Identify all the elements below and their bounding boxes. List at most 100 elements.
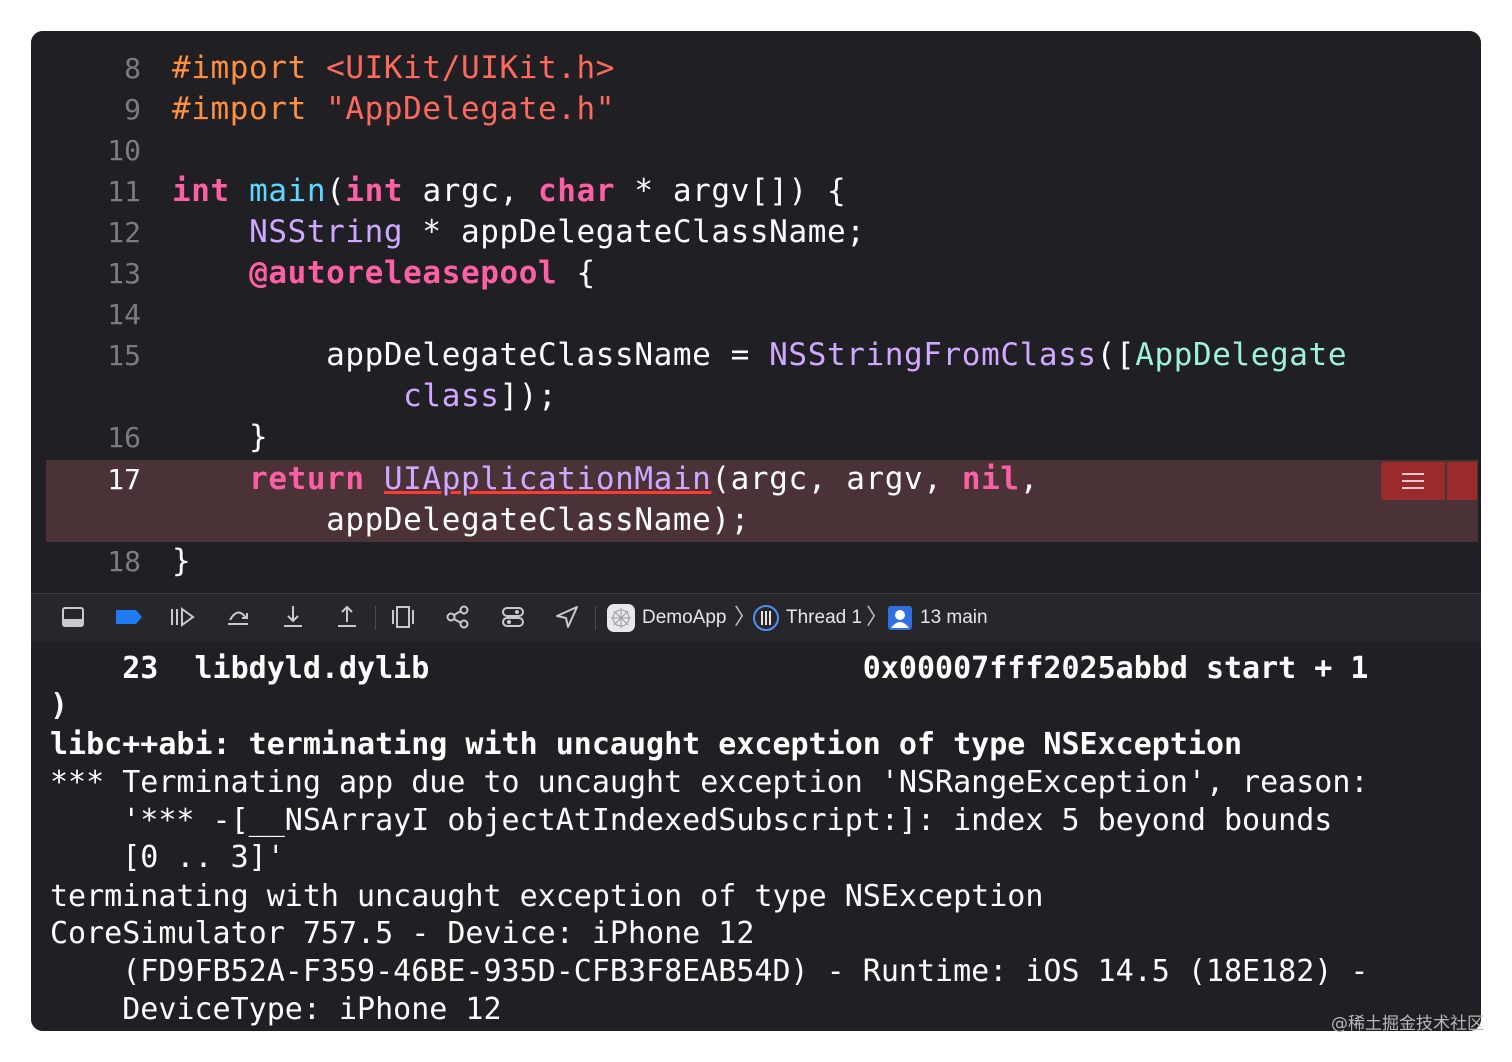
code-text: appDelegateClassName = NSStringFromClass… bbox=[172, 335, 1347, 376]
line-number[interactable]: 8 bbox=[51, 48, 141, 89]
code-line[interactable]: 12 NSString * appDelegateClassName; bbox=[31, 212, 1481, 253]
console-line: '*** -[__NSArrayI objectAtIndexedSubscri… bbox=[50, 803, 1333, 838]
code-line[interactable]: class]); bbox=[31, 376, 1481, 417]
line-number[interactable]: 16 bbox=[51, 417, 141, 458]
code-token: ( bbox=[326, 173, 346, 209]
source-editor[interactable]: 8 #import <UIKit/UIKit.h> 9 #import "AppDel… bbox=[31, 31, 1481, 593]
console-line: CoreSimulator 757.5 - Device: iPhone 12 bbox=[50, 916, 755, 951]
debug-view-hierarchy-icon[interactable] bbox=[389, 604, 417, 632]
code-token: UIApplicationMain bbox=[383, 461, 712, 497]
line-number[interactable]: 12 bbox=[51, 212, 141, 253]
console-line: terminating with uncaught exception of t… bbox=[50, 879, 1044, 914]
code-line[interactable]: 17 return UIApplicationMain(argc, argv, … bbox=[31, 459, 1481, 500]
hide-debug-area-icon[interactable] bbox=[59, 604, 87, 632]
code-line[interactable]: 13 @autoreleasepool { bbox=[31, 253, 1481, 294]
console-line: *** Terminating app due to uncaught exce… bbox=[50, 765, 1369, 800]
step-out-icon[interactable] bbox=[333, 604, 361, 632]
code-token: } bbox=[172, 419, 269, 455]
code-token: NSString bbox=[249, 214, 404, 250]
breakpoints-toggle-icon[interactable] bbox=[114, 604, 142, 632]
code-line[interactable]: appDelegateClassName); bbox=[31, 500, 1481, 541]
code-token: int bbox=[345, 173, 404, 209]
line-number[interactable]: 17 bbox=[51, 459, 141, 500]
debug-console[interactable]: 23 libdyld.dylib 0x00007fff2025abbd star… bbox=[31, 642, 1481, 1031]
chevron-right-icon: 〉 bbox=[866, 605, 889, 630]
breadcrumb-thread[interactable]: Thread 1 bbox=[786, 604, 862, 632]
code-text: #import "AppDelegate.h" bbox=[172, 89, 615, 130]
line-number[interactable]: 13 bbox=[51, 253, 141, 294]
code-token: (argc, argv, bbox=[711, 461, 962, 497]
console-line: (FD9FB52A-F359-46BE-935D-CFB3F8EAB54D) -… bbox=[50, 954, 1369, 989]
code-token: } bbox=[172, 543, 192, 579]
code-text: appDelegateClassName); bbox=[172, 500, 750, 541]
code-text: @autoreleasepool { bbox=[172, 253, 596, 294]
step-over-icon[interactable] bbox=[224, 604, 252, 632]
thread-icon bbox=[752, 604, 780, 632]
console-line: 23 libdyld.dylib 0x00007fff2025abbd star… bbox=[50, 651, 1369, 686]
code-text: class]); bbox=[172, 376, 557, 417]
code-line[interactable]: 9 #import "AppDelegate.h" bbox=[31, 89, 1481, 130]
code-token: <UIKit/UIKit.h> bbox=[326, 50, 616, 86]
code-token: "AppDelegate.h" bbox=[326, 91, 616, 127]
code-token: * appDelegateClassName; bbox=[403, 214, 866, 250]
code-token: #import bbox=[172, 50, 327, 86]
console-line: [0 .. 3]' bbox=[50, 840, 285, 875]
code-token: #import bbox=[172, 91, 327, 127]
code-token: class bbox=[403, 378, 500, 414]
line-number[interactable]: 15 bbox=[51, 335, 141, 376]
debug-bar: DemoApp 〉 Thread 1 〉 13 main bbox=[31, 593, 1481, 643]
code-token: { bbox=[557, 255, 596, 291]
line-number[interactable]: 11 bbox=[51, 171, 141, 212]
code-line[interactable]: 10 bbox=[31, 130, 1481, 171]
code-text: } bbox=[172, 541, 191, 582]
continue-icon[interactable] bbox=[168, 604, 196, 632]
code-line[interactable]: 15 appDelegateClassName = NSStringFromCl… bbox=[31, 335, 1481, 376]
code-token: NSStringFromClass bbox=[769, 337, 1097, 373]
code-token: char bbox=[538, 173, 616, 209]
console-line: libc++abi: terminating with uncaught exc… bbox=[50, 727, 1243, 762]
code-line[interactable]: 18} bbox=[31, 541, 1481, 582]
code-token: nil bbox=[961, 461, 1020, 497]
code-token: ]); bbox=[499, 378, 558, 414]
line-number[interactable]: 9 bbox=[51, 89, 141, 130]
line-number[interactable]: 14 bbox=[51, 294, 141, 335]
code-line[interactable]: 8 #import <UIKit/UIKit.h> bbox=[31, 48, 1481, 89]
code-token: , bbox=[1019, 461, 1039, 497]
code-text: int main(int argc, char * argv[]) { bbox=[172, 171, 846, 212]
code-text: } bbox=[172, 417, 268, 458]
environment-overrides-icon[interactable] bbox=[499, 604, 527, 632]
breadcrumb-frame[interactable]: 13 main bbox=[920, 604, 988, 632]
step-into-icon[interactable] bbox=[279, 604, 307, 632]
code-token: return bbox=[249, 461, 365, 497]
line-number[interactable]: 10 bbox=[51, 130, 141, 171]
code-token: @autoreleasepool bbox=[249, 255, 558, 291]
console-line: DeviceType: iPhone 12 bbox=[50, 992, 502, 1027]
code-line[interactable]: 11 int main(int argc, char * argv[]) { bbox=[31, 171, 1481, 212]
simulate-location-icon[interactable] bbox=[553, 604, 581, 632]
stack-frame-icon bbox=[886, 604, 914, 632]
code-token: argc, bbox=[403, 173, 539, 209]
memory-graph-icon[interactable] bbox=[444, 604, 472, 632]
code-text: #import <UIKit/UIKit.h> bbox=[172, 48, 615, 89]
app-icon bbox=[606, 603, 636, 633]
code-text: return UIApplicationMain(argc, argv, nil… bbox=[172, 459, 1039, 500]
code-token: ([ bbox=[1096, 337, 1136, 373]
line-number[interactable]: 18 bbox=[51, 541, 141, 582]
watermark: @稀土掘金技术社区 bbox=[1331, 1014, 1484, 1034]
code-line[interactable]: 16 } bbox=[31, 417, 1481, 458]
breadcrumb-app[interactable]: DemoApp bbox=[642, 604, 727, 632]
code-token: appDelegateClassName = bbox=[172, 337, 770, 373]
code-line[interactable]: 14 bbox=[31, 294, 1481, 335]
code-token: appDelegateClassName); bbox=[172, 502, 750, 538]
code-token: int bbox=[172, 173, 230, 209]
console-line: ) bbox=[50, 688, 69, 723]
code-token: main bbox=[249, 173, 327, 209]
code-token: AppDelegate bbox=[1135, 337, 1348, 373]
code-token: * argv[]) { bbox=[615, 173, 847, 209]
